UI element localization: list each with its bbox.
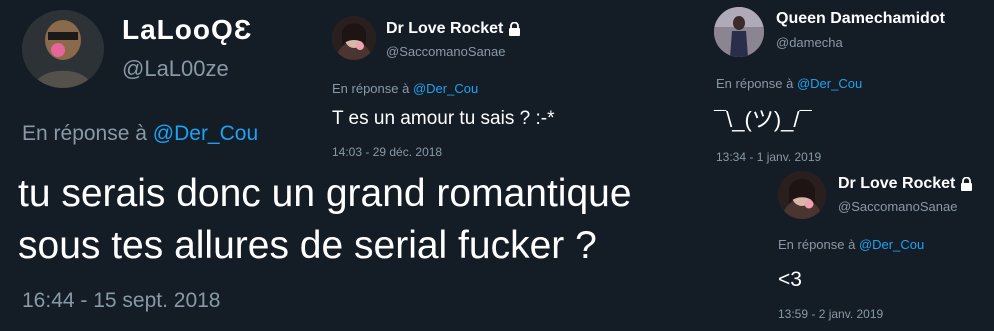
tweet-timestamp[interactable]: 14:03 - 29 déc. 2018 [332,145,442,159]
reply-context: En réponse à @Der_Cou [778,237,924,252]
avatar[interactable] [332,16,376,60]
tweet-timestamp[interactable]: 13:34 - 1 janv. 2019 [716,150,821,164]
avatar-image [778,171,826,219]
reply-context: En réponse à @Der_Cou [716,76,862,91]
reply-mention-link[interactable]: @Der_Cou [153,122,258,145]
tweet-text: <3 [778,268,802,291]
reply-mention-link[interactable]: @Der_Cou [413,81,478,96]
display-name[interactable]: Dr Love Rocket [386,20,521,38]
reply-context: En réponse à @Der_Cou [22,122,258,146]
user-handle[interactable]: @damecha [776,35,843,50]
reply-mention-link[interactable]: @Der_Cou [859,237,924,252]
display-name[interactable]: Queen Damechamidot [776,10,945,28]
avatar-image [22,10,104,88]
tweet-text-line: sous tes allures de serial fucker ? [18,224,597,267]
display-name[interactable]: LaLooǪƐ [122,14,252,46]
reply-context: En réponse à @Der_Cou [332,81,478,96]
reply-prefix: En réponse à [716,76,794,91]
tweet-text-line: tu serais donc un grand romantique [18,172,632,215]
tweet-text: ¯\_(ツ)_/¯ [714,107,812,132]
tweet-lal00ze: LaLooǪƐ @LaL00ze En réponse à @Der_Cou t… [0,0,632,331]
lock-icon [960,176,972,191]
user-handle[interactable]: @SaccomanoSanae [386,44,505,59]
reply-prefix: En réponse à [778,237,856,252]
lock-icon [508,21,520,36]
tweet-dr-love-rocket-2: Dr Love Rocket @SaccomanoSanae En répons… [764,165,994,331]
tweet-timestamp[interactable]: 16:44 - 15 sept. 2018 [22,289,221,313]
reply-prefix: En réponse à [332,81,410,96]
display-name-text: Dr Love Rocket [838,175,956,192]
tweet-queen-damechamidot: Queen Damechamidot @damecha En réponse à… [700,0,994,170]
tweet-text: tu serais donc un grand romantique sous … [18,168,632,272]
reply-prefix: En réponse à [22,122,147,145]
user-handle[interactable]: @LaL00ze [122,56,229,82]
display-name[interactable]: Dr Love Rocket [838,175,973,193]
avatar-image [332,16,376,60]
user-handle[interactable]: @SaccomanoSanae [838,199,957,214]
tweet-timestamp[interactable]: 13:59 - 2 janv. 2019 [778,307,883,321]
display-name-text: Dr Love Rocket [386,20,504,37]
avatar-image [714,7,764,57]
avatar[interactable] [22,10,104,88]
reply-mention-link[interactable]: @Der_Cou [797,76,862,91]
avatar[interactable] [778,171,826,219]
avatar[interactable] [714,7,764,57]
tweet-text: T es un amour tu sais ? :-* [332,108,555,129]
tweet-dr-love-rocket-1: Dr Love Rocket @SaccomanoSanae En répons… [320,0,700,170]
